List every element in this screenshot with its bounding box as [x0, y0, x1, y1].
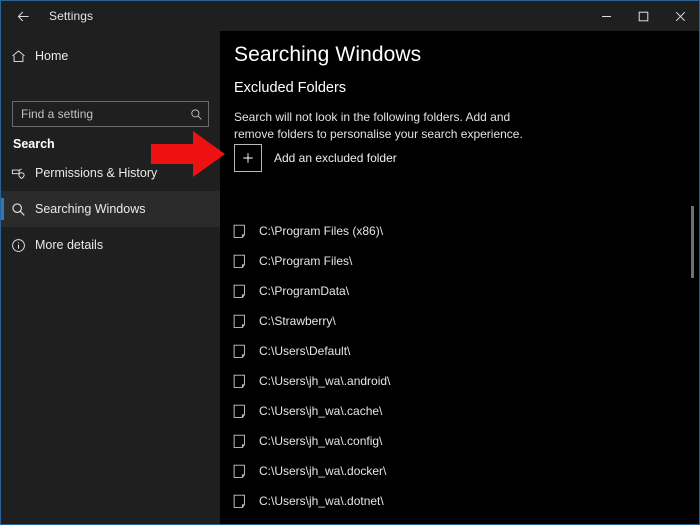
sidebar-item-home[interactable]: Home [1, 41, 220, 71]
folder-path: C:\Program Files (x86)\ [259, 224, 383, 238]
home-icon [1, 49, 35, 64]
remove-folder-icon[interactable] [224, 224, 254, 239]
close-icon[interactable] [662, 1, 699, 31]
folder-list-item[interactable]: C:\Users\jh_wa\.config\ [220, 426, 699, 456]
sidebar-item-label: More details [35, 238, 103, 252]
sidebar-item-searching-windows[interactable]: Searching Windows [1, 191, 220, 227]
folder-list-item[interactable]: C:\ProgramData\ [220, 276, 699, 306]
section-heading: Excluded Folders [234, 80, 346, 96]
folder-list-item[interactable]: C:\Strawberry\ [220, 306, 699, 336]
folder-list-item[interactable]: C:\Users\jh_wa\.docker\ [220, 456, 699, 486]
section-description: Search will not look in the following fo… [234, 109, 534, 143]
scrollbar-thumb[interactable] [691, 206, 694, 278]
sidebar-section-label: Search [13, 137, 55, 151]
content-scrollbar[interactable] [691, 181, 694, 525]
magnifier-icon [1, 202, 35, 217]
folder-path: C:\Users\jh_wa\.cache\ [259, 404, 382, 418]
window-title: Settings [45, 9, 93, 23]
remove-folder-icon[interactable] [224, 434, 254, 449]
maximize-icon[interactable] [625, 1, 662, 31]
remove-folder-icon[interactable] [224, 254, 254, 269]
settings-window: Settings [0, 0, 700, 525]
search-icon[interactable] [184, 108, 208, 121]
remove-folder-icon[interactable] [224, 374, 254, 389]
folder-list-item[interactable]: C:\Users\jh_wa\.cache\ [220, 396, 699, 426]
plus-icon [241, 151, 255, 165]
search-box[interactable] [12, 101, 209, 127]
folder-list-item[interactable]: C:\Program Files\ [220, 246, 699, 276]
add-excluded-folder-row[interactable]: Add an excluded folder [234, 144, 397, 172]
sidebar-item-more-details[interactable]: More details [1, 227, 220, 263]
folder-path: C:\Strawberry\ [259, 314, 336, 328]
sidebar-item-permissions-history[interactable]: Permissions & History [1, 155, 220, 191]
folder-list-item[interactable]: C:\Users\Default\ [220, 336, 699, 366]
folder-path: C:\ProgramData\ [259, 284, 349, 298]
excluded-folders-list: C:\Program Files (x86)\ C:\Program Files… [220, 186, 699, 525]
window-controls [588, 1, 699, 31]
remove-folder-icon[interactable] [224, 404, 254, 419]
sidebar-item-home-label: Home [35, 49, 68, 63]
back-arrow-icon[interactable] [1, 1, 45, 31]
folder-path: C:\Users\jh_wa\.dotnet\ [259, 494, 384, 508]
sidebar-item-label: Permissions & History [35, 166, 157, 180]
info-circle-icon [1, 238, 35, 253]
minimize-icon[interactable] [588, 1, 625, 31]
sidebar: Home Search Permissions & History [1, 31, 220, 525]
add-excluded-folder-button[interactable] [234, 144, 262, 172]
folder-list-item[interactable]: C:\Program Files (x86)\ [220, 216, 699, 246]
remove-folder-icon[interactable] [224, 314, 254, 329]
remove-folder-icon[interactable] [224, 494, 254, 509]
folder-path: C:\Users\jh_wa\.config\ [259, 434, 382, 448]
add-excluded-folder-label: Add an excluded folder [274, 151, 397, 165]
folder-path: C:\Program Files\ [259, 254, 352, 268]
folder-list-item[interactable]: C:\Users\jh_wa\.nuget\ [220, 516, 699, 525]
main-content: Searching Windows Excluded Folders Searc… [220, 31, 699, 525]
sidebar-item-label: Searching Windows [35, 202, 145, 216]
folder-path: C:\Users\Default\ [259, 344, 350, 358]
search-input[interactable] [13, 107, 184, 121]
page-title: Searching Windows [234, 43, 421, 67]
remove-folder-icon[interactable] [224, 284, 254, 299]
folder-path: C:\Users\jh_wa\.docker\ [259, 464, 386, 478]
folder-path: C:\Users\jh_wa\.android\ [259, 374, 390, 388]
title-bar: Settings [1, 1, 699, 31]
selection-indicator [1, 198, 4, 220]
remove-folder-icon[interactable] [224, 464, 254, 479]
folder-list-item[interactable]: C:\Users\jh_wa\.android\ [220, 366, 699, 396]
remove-folder-icon[interactable] [224, 344, 254, 359]
folder-list-item[interactable]: C:\Users\jh_wa\.dotnet\ [220, 486, 699, 516]
permissions-shield-icon [1, 166, 35, 181]
